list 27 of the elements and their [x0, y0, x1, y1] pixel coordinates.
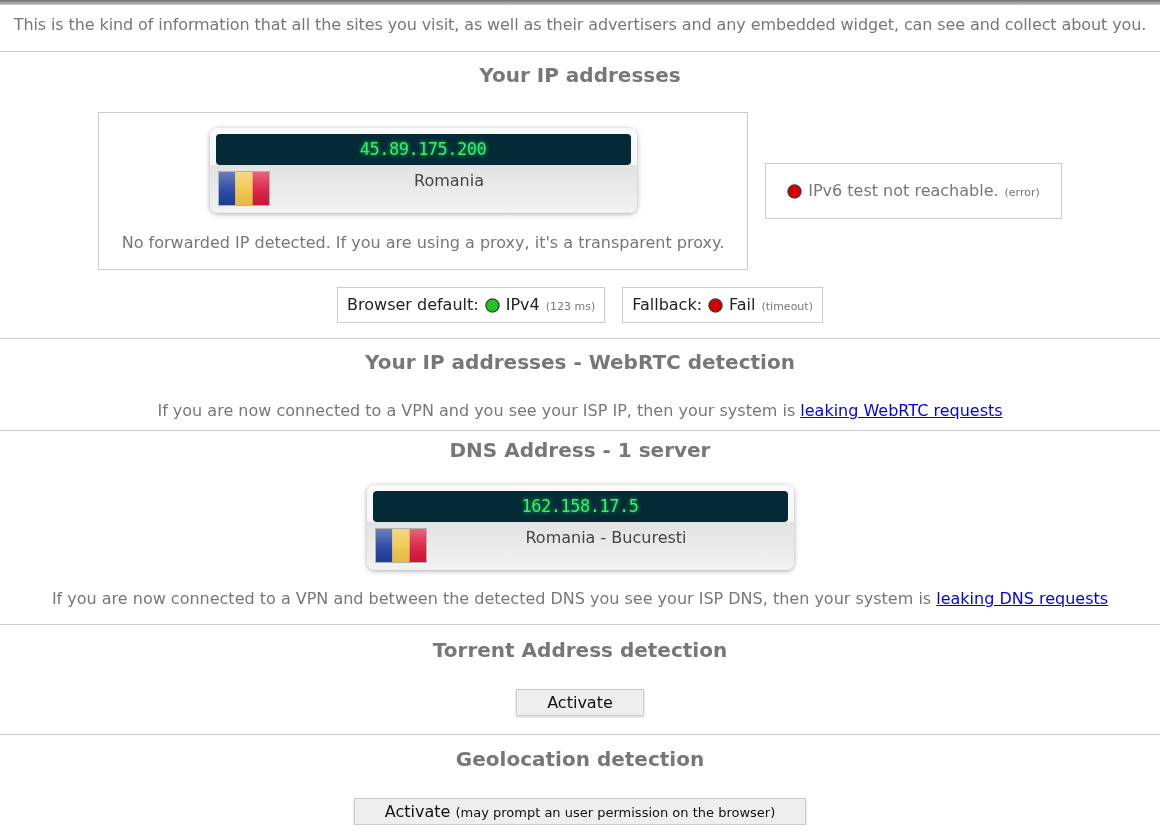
- ipv6-status-text: IPv6 test not reachable.: [808, 181, 999, 201]
- activate-button[interactable]: Activate: [516, 689, 644, 716]
- section-heading: DNS Address - 1 server: [449, 437, 711, 463]
- ip-address-display: 162.158.17.5: [372, 491, 788, 522]
- section-heading: Your IP addresses - WebRTC detection: [365, 349, 795, 375]
- location-label: Romania - Bucuresti: [524, 528, 688, 548]
- privacy-notice: This is the kind of information that all the sites you visit, as well as their advertisers and any embedded widget, can see and collect about you.: [12, 14, 1148, 36]
- section-heading: Torrent Address detection: [432, 637, 728, 663]
- check-result: Fail: [729, 295, 756, 315]
- ip-address-display: 45.89.175.200: [215, 134, 631, 165]
- info-paragraph: If you are now connected to a VPN and between the detected DNS you see your ISP DNS, then your system is leaking DNS requests: [51, 589, 1109, 609]
- forwarded-ip-note: No forwarded IP detected. If you are using a proxy, it's a transparent proxy.: [121, 233, 725, 253]
- check-result: IPv4: [505, 295, 540, 315]
- section-heading: Your IP addresses: [479, 62, 681, 88]
- error-detail: (error): [1004, 184, 1040, 200]
- check-label: Browser default:: [347, 295, 479, 315]
- section-heading: Geolocation detection: [455, 746, 705, 772]
- location-label: Romania: [413, 171, 485, 191]
- tricolor-flag-icon: [374, 528, 427, 563]
- check-detail: (timeout): [761, 298, 813, 314]
- activate-button[interactable]: Activate (may prompt an user permission on the browser): [353, 798, 807, 825]
- tricolor-flag-icon: [217, 171, 270, 206]
- info-paragraph: If you are now connected to a VPN and you see your ISP IP, then your system is leaking WebRTC requests: [157, 401, 1003, 421]
- check-label: Fallback:: [632, 295, 703, 315]
- text-link[interactable]: leaking DNS requests: [936, 589, 1109, 608]
- text-link[interactable]: leaking WebRTC requests: [800, 401, 1003, 420]
- check-detail: (123 ms): [545, 298, 596, 314]
